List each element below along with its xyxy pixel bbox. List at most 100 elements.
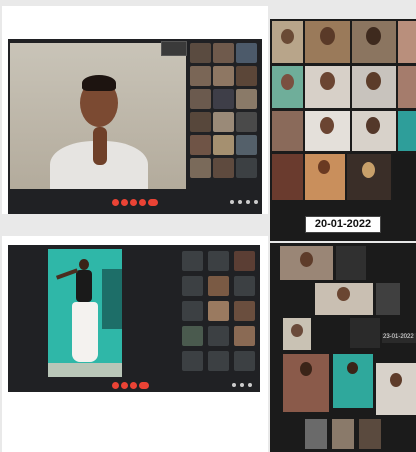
participant-tile[interactable] xyxy=(213,43,234,63)
photo-tile xyxy=(283,318,311,350)
participant-tile[interactable] xyxy=(234,326,255,346)
photo-tile xyxy=(398,111,416,151)
participant-tile[interactable] xyxy=(236,135,257,155)
participant-tile[interactable] xyxy=(190,43,211,63)
photo-tile xyxy=(305,66,350,108)
participant-tile[interactable] xyxy=(234,301,255,321)
captions-button[interactable] xyxy=(130,382,137,389)
participant-tile[interactable] xyxy=(236,66,257,86)
camera-button[interactable] xyxy=(121,382,128,389)
participant-grid xyxy=(182,251,256,377)
participant-tile[interactable] xyxy=(213,135,234,155)
end-call-button[interactable] xyxy=(148,199,158,206)
participant-tile[interactable] xyxy=(190,112,211,132)
person-head xyxy=(300,362,312,376)
photo-tile xyxy=(272,21,303,63)
participant-tile[interactable] xyxy=(208,276,229,296)
photo-tile xyxy=(333,354,373,408)
person-head xyxy=(291,324,303,337)
folded-hands xyxy=(93,127,107,165)
photo-tile xyxy=(352,21,396,63)
photo-tile xyxy=(305,111,350,151)
photo-tile xyxy=(398,21,416,63)
participant-tile[interactable] xyxy=(234,351,255,371)
end-call-button[interactable] xyxy=(139,382,149,389)
photo-tile xyxy=(315,283,373,315)
participant-tile[interactable] xyxy=(213,158,234,178)
participant-tile[interactable] xyxy=(190,89,211,109)
participant-tile[interactable] xyxy=(182,251,203,271)
person-head xyxy=(320,27,335,45)
participant-tile[interactable] xyxy=(213,89,234,109)
participant-tile[interactable] xyxy=(190,135,211,155)
dancer-torso xyxy=(76,270,92,302)
participant-grid xyxy=(189,43,259,183)
floor xyxy=(48,363,122,377)
person-head xyxy=(318,160,330,174)
date-label-second-box: 23-01-2022 xyxy=(382,333,416,343)
meet-window-2 xyxy=(8,245,260,392)
people-icon[interactable] xyxy=(238,200,242,204)
top-left-panel xyxy=(2,6,268,214)
photo-tile xyxy=(352,111,396,151)
doorway xyxy=(102,269,122,329)
photo-tile xyxy=(305,419,327,449)
chat-icon[interactable] xyxy=(240,383,244,387)
photo-tile xyxy=(272,154,303,200)
person-head xyxy=(366,72,381,90)
photo-tile xyxy=(376,283,400,315)
people-icon[interactable] xyxy=(232,383,236,387)
participant-tile[interactable] xyxy=(236,112,257,132)
person-head xyxy=(281,29,294,44)
meet-window-1 xyxy=(8,39,262,214)
participant-tile[interactable] xyxy=(234,276,255,296)
participant-tile[interactable] xyxy=(213,66,234,86)
person-head xyxy=(366,27,381,45)
participant-tile[interactable] xyxy=(208,351,229,371)
captions-button[interactable] xyxy=(130,199,137,206)
person-head xyxy=(347,362,358,374)
participant-tile[interactable] xyxy=(182,276,203,296)
photo-tile xyxy=(272,111,303,151)
person-head xyxy=(300,252,313,267)
participant-tile[interactable] xyxy=(208,301,229,321)
top-right-collage xyxy=(270,19,416,241)
bottom-right-collage: 23-01-2022 xyxy=(270,243,416,452)
main-speaker-video xyxy=(10,43,186,189)
participant-tile[interactable] xyxy=(182,326,203,346)
participant-tile[interactable] xyxy=(182,301,203,321)
info-icon[interactable] xyxy=(230,200,234,204)
photo-tile xyxy=(347,154,391,200)
bottom-left-panel xyxy=(2,236,268,452)
mic-button[interactable] xyxy=(112,382,119,389)
participant-tile[interactable] xyxy=(190,158,211,178)
camera-button[interactable] xyxy=(121,199,128,206)
present-button[interactable] xyxy=(139,199,146,206)
participant-tile[interactable] xyxy=(190,66,211,86)
photo-tile xyxy=(280,246,333,280)
participant-tile[interactable] xyxy=(236,89,257,109)
self-view-thumbnail[interactable] xyxy=(161,41,187,56)
person-head xyxy=(281,74,294,90)
dancer-arm xyxy=(55,268,79,280)
participant-tile[interactable] xyxy=(213,112,234,132)
speaker-hair xyxy=(82,75,116,91)
photo-tile xyxy=(398,66,416,108)
person-head xyxy=(362,162,375,178)
activities-icon[interactable] xyxy=(248,383,252,387)
date-label-first: 20-01-2022 xyxy=(305,216,381,233)
participant-tile[interactable] xyxy=(182,351,203,371)
photo-tile xyxy=(283,354,329,412)
photo-tile xyxy=(359,419,381,449)
photo-tile xyxy=(332,419,354,449)
more-participants-tile[interactable] xyxy=(236,158,257,178)
mic-button[interactable] xyxy=(112,199,119,206)
participant-tile[interactable] xyxy=(208,251,229,271)
participant-tile[interactable] xyxy=(208,326,229,346)
participant-tile[interactable] xyxy=(236,43,257,63)
activities-icon[interactable] xyxy=(254,200,258,204)
chat-icon[interactable] xyxy=(246,200,250,204)
person-head xyxy=(366,117,380,134)
participant-tile[interactable] xyxy=(234,251,255,271)
dancer-head xyxy=(79,259,89,270)
